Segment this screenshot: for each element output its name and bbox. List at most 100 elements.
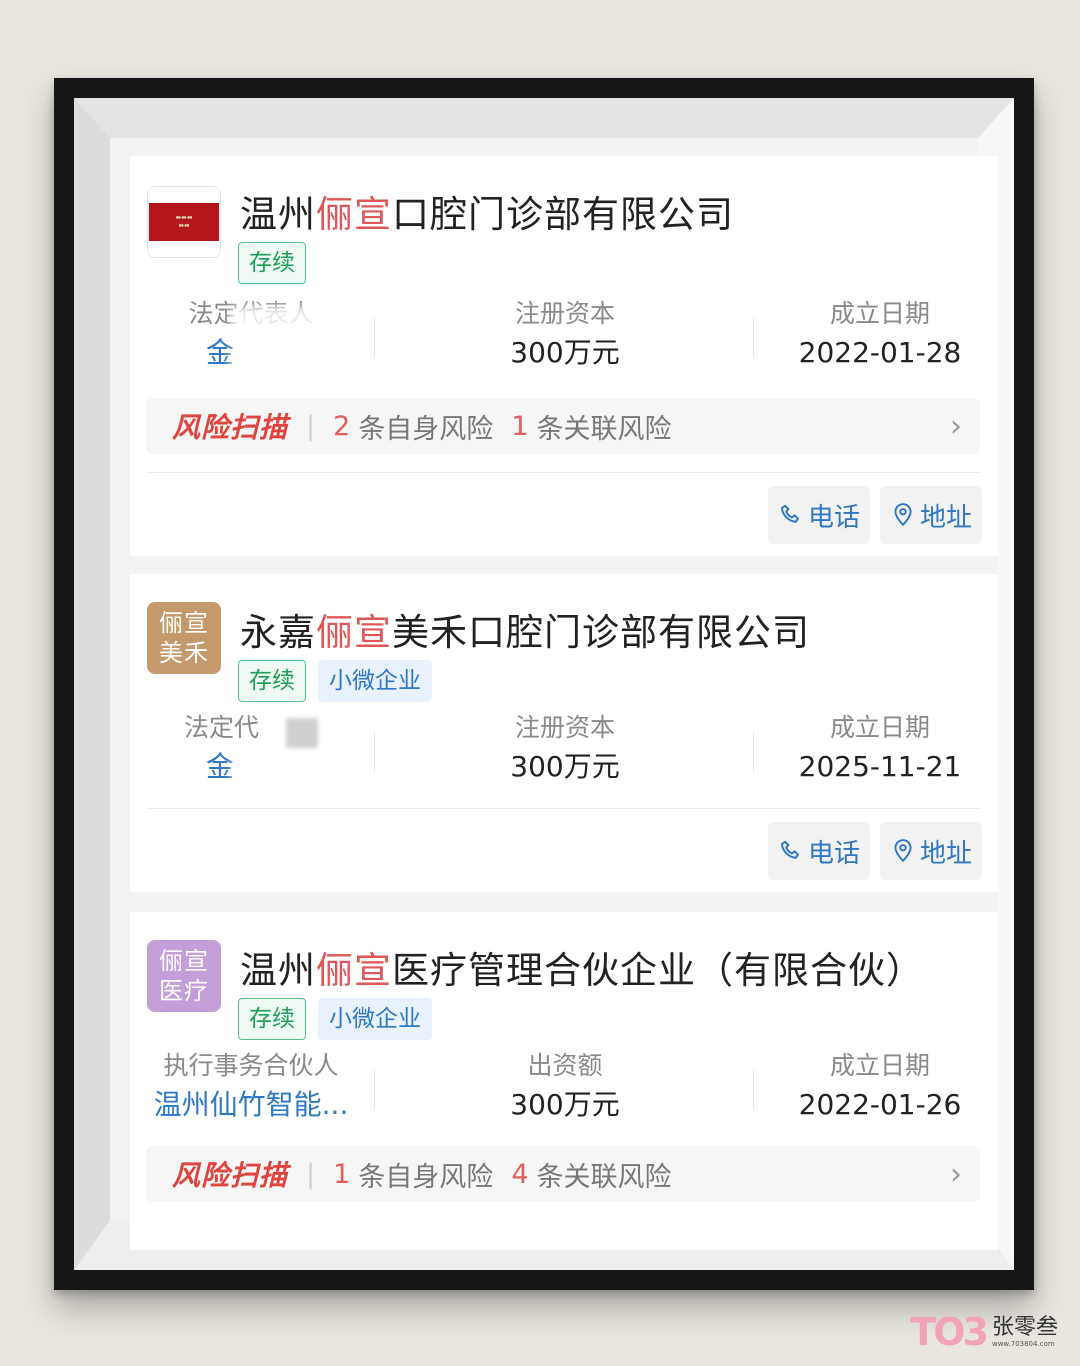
watermark-name: 张零叁 (991, 1315, 1058, 1340)
self-risk-text: 条自身风险 (358, 1161, 494, 1193)
address-button[interactable]: 地址 (880, 486, 982, 544)
founding-date-value: 2025-11-21 (798, 750, 962, 783)
risk-scan-row[interactable]: 风险扫描 | 1 条自身风险 4 条关联风险 › (146, 1146, 980, 1202)
company-card[interactable]: ▬▬▬▬▬ 温州俪宣口腔门诊部有限公司 存续 法定代表人 金 (130, 156, 998, 556)
registered-capital: 注册资本 300万元 (450, 296, 680, 386)
divider (374, 732, 375, 772)
company-logo: 俪宣 美禾 (147, 602, 221, 674)
divider (753, 318, 754, 358)
company-name-prefix: 温州 (240, 193, 316, 236)
picture-frame: ▬▬▬▬▬ 温州俪宣口腔门诊部有限公司 存续 法定代表人 金 (54, 78, 1034, 1290)
company-name[interactable]: 温州俪宣口腔门诊部有限公司 (240, 184, 734, 238)
size-tag: 小微企业 (318, 660, 432, 702)
address-label: 地址 (919, 502, 972, 533)
company-name[interactable]: 温州俪宣医疗管理合伙企业（有限合伙） (240, 940, 924, 994)
size-tag: 小微企业 (318, 998, 432, 1040)
status-tag: 存续 (238, 660, 306, 702)
managing-partner-label: 执行事务合伙人 (163, 1051, 339, 1080)
logo-text-line1: 俪宣 (159, 609, 209, 637)
divider (146, 472, 980, 473)
status-tag: 存续 (238, 242, 306, 284)
phone-icon (780, 504, 799, 523)
registered-capital-label: 注册资本 (514, 299, 615, 328)
self-risk-count: 1 (333, 1158, 351, 1190)
info-row: 法定代 金 注册资本 300万元 成立日期 2025-11-21 (130, 710, 998, 800)
company-card[interactable]: 俪宣 美禾 永嘉俪宣美禾口腔门诊部有限公司 存续 小微企业 法定代 金 注册资本… (130, 574, 998, 892)
self-risk-count: 2 (333, 410, 351, 442)
risk-scan-title: 风险扫描 (172, 411, 289, 444)
watermark-logo: TO3 (910, 1310, 989, 1354)
logo-text-line2: 美禾 (159, 639, 209, 667)
redaction-mark (286, 718, 318, 748)
tag-list: 存续 小微企业 (238, 998, 432, 1040)
location-pin-icon (894, 503, 912, 527)
divider (753, 732, 754, 772)
capital-contribution: 出资额 300万元 (450, 1048, 680, 1138)
founding-date-value: 2022-01-26 (798, 1088, 962, 1121)
divider (374, 1070, 375, 1110)
capital-contribution-value: 300万元 (510, 1088, 620, 1121)
phone-button[interactable]: 电话 (768, 822, 870, 880)
registered-capital-value: 300万元 (510, 336, 620, 369)
risk-scan-title: 风险扫描 (172, 1159, 289, 1192)
company-name-highlight: 俪宣 (316, 193, 392, 236)
company-card[interactable]: 俪宣 医疗 温州俪宣医疗管理合伙企业（有限合伙） 存续 小微企业 执行事务合伙人… (130, 912, 998, 1250)
founding-date-label: 成立日期 (829, 299, 930, 328)
managing-partner: 执行事务合伙人 温州仙竹智能... (146, 1048, 356, 1138)
redaction-blur (232, 758, 372, 794)
founding-date-label: 成立日期 (829, 1051, 930, 1080)
legal-rep-label: 法定代 (184, 713, 260, 742)
frame-mat: ▬▬▬▬▬ 温州俪宣口腔门诊部有限公司 存续 法定代表人 金 (74, 98, 1014, 1270)
company-logo: 俪宣 医疗 (147, 940, 221, 1012)
logo-image: ▬▬▬ ▬▬ (149, 203, 219, 241)
separator: | (306, 1158, 316, 1190)
watermark: TO3 张零叁 www.703804.com (910, 1310, 1058, 1354)
phone-button[interactable]: 电话 (768, 486, 870, 544)
related-risk-text: 条关联风险 (536, 1161, 672, 1193)
related-risk-count: 4 (511, 1158, 529, 1190)
self-risk-text: 条自身风险 (358, 413, 494, 445)
logo-text-line1: 俪宣 (159, 947, 209, 975)
divider (146, 808, 980, 809)
founding-date: 成立日期 2022-01-28 (760, 296, 998, 386)
phone-label: 电话 (807, 838, 860, 869)
info-row: 执行事务合伙人 温州仙竹智能... 出资额 300万元 成立日期 2022-01… (130, 1048, 998, 1138)
phone-icon (780, 840, 799, 859)
phone-label: 电话 (807, 502, 860, 533)
founding-date: 成立日期 2022-01-26 (760, 1048, 998, 1138)
watermark-url: www.703804.com (991, 1340, 1055, 1348)
location-pin-icon (894, 839, 912, 863)
company-name[interactable]: 永嘉俪宣美禾口腔门诊部有限公司 (240, 602, 810, 656)
chevron-right-icon: › (950, 408, 962, 444)
founding-date-value: 2022-01-28 (798, 336, 962, 369)
registered-capital: 注册资本 300万元 (450, 710, 680, 800)
redaction-blur (230, 306, 360, 336)
company-name-prefix: 温州 (240, 949, 316, 992)
company-logo: ▬▬▬ ▬▬ (147, 186, 221, 258)
registered-capital-label: 注册资本 (514, 713, 615, 742)
company-name-prefix: 永嘉 (240, 611, 316, 654)
redaction-blur (230, 348, 360, 382)
status-tag: 存续 (238, 998, 306, 1040)
info-row: 法定代表人 金 注册资本 300万元 成立日期 2022-01-28 (130, 296, 998, 386)
divider (374, 318, 375, 358)
address-button[interactable]: 地址 (880, 822, 982, 880)
logo-text-line2: 医疗 (159, 977, 209, 1005)
tag-list: 存续 (238, 242, 306, 284)
capital-contribution-label: 出资额 (527, 1051, 603, 1080)
risk-scan-row[interactable]: 风险扫描 | 2 条自身风险 1 条关联风险 › (146, 398, 980, 454)
registered-capital-value: 300万元 (510, 750, 620, 783)
divider (753, 1070, 754, 1110)
company-name-suffix: 美禾口腔门诊部有限公司 (392, 611, 810, 654)
tag-list: 存续 小微企业 (238, 660, 432, 702)
related-risk-text: 条关联风险 (536, 413, 672, 445)
company-name-highlight: 俪宣 (316, 949, 392, 992)
company-name-highlight: 俪宣 (316, 611, 392, 654)
related-risk-count: 1 (511, 410, 529, 442)
chevron-right-icon: › (950, 1156, 962, 1192)
founding-date-label: 成立日期 (829, 713, 930, 742)
company-name-suffix: 口腔门诊部有限公司 (392, 193, 734, 236)
company-name-suffix: 医疗管理合伙企业（有限合伙） (392, 949, 924, 992)
managing-partner-value[interactable]: 温州仙竹智能... (146, 1084, 356, 1126)
separator: | (306, 410, 316, 442)
